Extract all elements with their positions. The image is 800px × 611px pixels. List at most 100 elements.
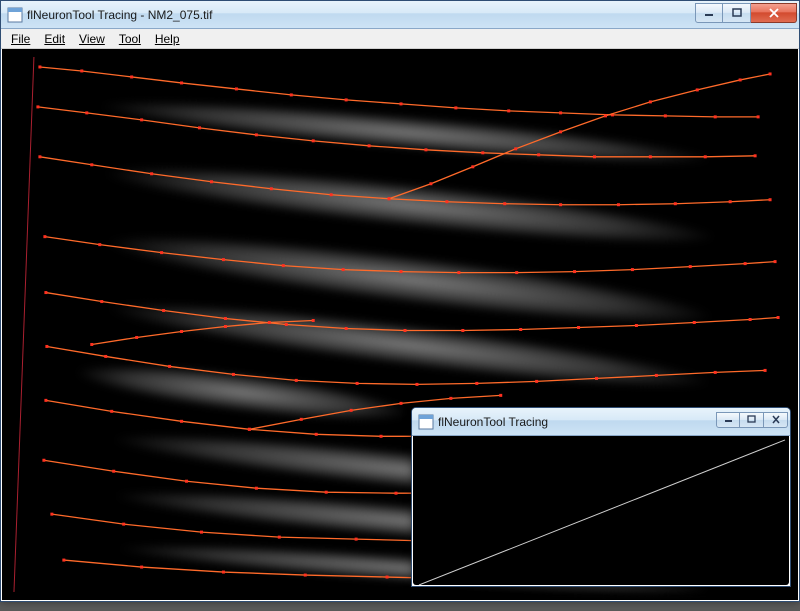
trace-node xyxy=(704,155,707,158)
trace-node xyxy=(210,180,213,183)
trace-node xyxy=(38,155,41,158)
trace-node xyxy=(100,300,103,303)
trace-node xyxy=(255,133,258,136)
trace-node xyxy=(617,203,620,206)
trace-node xyxy=(537,153,540,156)
trace-node xyxy=(635,324,638,327)
trace-node xyxy=(595,377,598,380)
maximize-icon xyxy=(747,415,756,424)
sub-minimize-button[interactable] xyxy=(716,412,740,428)
trace-node xyxy=(168,365,171,368)
trace-node xyxy=(198,126,201,129)
trace-node xyxy=(714,115,717,118)
trace-node xyxy=(355,538,358,541)
trace-node xyxy=(180,420,183,423)
trace-node xyxy=(559,111,562,114)
close-button[interactable] xyxy=(751,3,797,23)
trace-node xyxy=(38,65,41,68)
trace-node xyxy=(424,148,427,151)
trace-node xyxy=(98,243,101,246)
trace-node xyxy=(224,317,227,320)
trace-node xyxy=(577,326,580,329)
menu-file[interactable]: File xyxy=(5,31,36,47)
trace-node xyxy=(140,566,143,569)
trace-node xyxy=(224,325,227,328)
trace-node xyxy=(222,571,225,574)
trace-node xyxy=(325,491,328,494)
trace-node xyxy=(342,268,345,271)
trace-node xyxy=(104,355,107,358)
trace-node xyxy=(356,382,359,385)
trace-node xyxy=(248,428,251,431)
trace-node xyxy=(559,203,562,206)
sub-canvas[interactable] xyxy=(413,436,789,585)
trace-node xyxy=(112,470,115,473)
trace-node xyxy=(140,118,143,121)
trace-node xyxy=(749,318,752,321)
sub-app-icon xyxy=(418,414,434,430)
trace-node xyxy=(222,258,225,261)
trace-node xyxy=(50,513,53,516)
trace-line xyxy=(40,157,770,205)
trace-node xyxy=(777,316,780,319)
minimize-icon xyxy=(724,415,733,424)
trace-node xyxy=(400,270,403,273)
menu-help[interactable]: Help xyxy=(149,31,186,47)
sub-titlebar[interactable]: flNeuronTool Tracing xyxy=(412,408,790,436)
trace-node xyxy=(481,151,484,154)
trace-node xyxy=(475,382,478,385)
trace-node xyxy=(729,200,732,203)
menu-tool[interactable]: Tool xyxy=(113,31,147,47)
trace-node xyxy=(235,87,238,90)
trace-node xyxy=(44,291,47,294)
trace-node xyxy=(278,536,281,539)
sub-window-controls xyxy=(716,412,788,428)
trace-node xyxy=(774,260,777,263)
trace-node xyxy=(769,72,772,75)
window-controls xyxy=(695,3,797,23)
trace-node xyxy=(757,115,760,118)
trace-node xyxy=(400,402,403,405)
trace-node xyxy=(631,268,634,271)
minimize-button[interactable] xyxy=(695,3,723,23)
sub-maximize-button[interactable] xyxy=(740,412,764,428)
menu-edit[interactable]: Edit xyxy=(38,31,71,47)
trace-node xyxy=(514,147,517,150)
trace-node xyxy=(180,330,183,333)
trace-node xyxy=(386,576,389,579)
trace-node xyxy=(400,102,403,105)
trace-node xyxy=(507,109,510,112)
trace-node xyxy=(312,319,315,322)
trace-node xyxy=(696,88,699,91)
trace-node xyxy=(110,410,113,413)
trace-node xyxy=(130,75,133,78)
trace-node xyxy=(312,139,315,142)
menu-view[interactable]: View xyxy=(73,31,111,47)
trace-node xyxy=(445,200,448,203)
trace-node xyxy=(714,371,717,374)
trace-node xyxy=(689,265,692,268)
trace-line xyxy=(46,293,778,331)
trace-node xyxy=(45,345,48,348)
trace-line xyxy=(40,67,758,117)
trace-node xyxy=(395,492,398,495)
trace-node xyxy=(461,329,464,332)
main-titlebar[interactable]: flNeuronTool Tracing - NM2_075.tif xyxy=(1,1,799,29)
trace-node xyxy=(345,98,348,101)
trace-node xyxy=(304,574,307,577)
trace-node xyxy=(315,433,318,436)
trace-node xyxy=(457,271,460,274)
trace-node xyxy=(90,343,93,346)
trace-node xyxy=(573,270,576,273)
maximize-button[interactable] xyxy=(723,3,751,23)
trace-node xyxy=(559,130,562,133)
trace-node xyxy=(754,154,757,157)
maximize-icon xyxy=(732,8,742,18)
minimize-icon xyxy=(704,8,714,18)
trace-node xyxy=(290,93,293,96)
sub-close-button[interactable] xyxy=(764,412,788,428)
trace-node xyxy=(449,397,452,400)
trace-node xyxy=(62,559,65,562)
trace-node xyxy=(388,197,391,200)
trace-node xyxy=(270,187,273,190)
